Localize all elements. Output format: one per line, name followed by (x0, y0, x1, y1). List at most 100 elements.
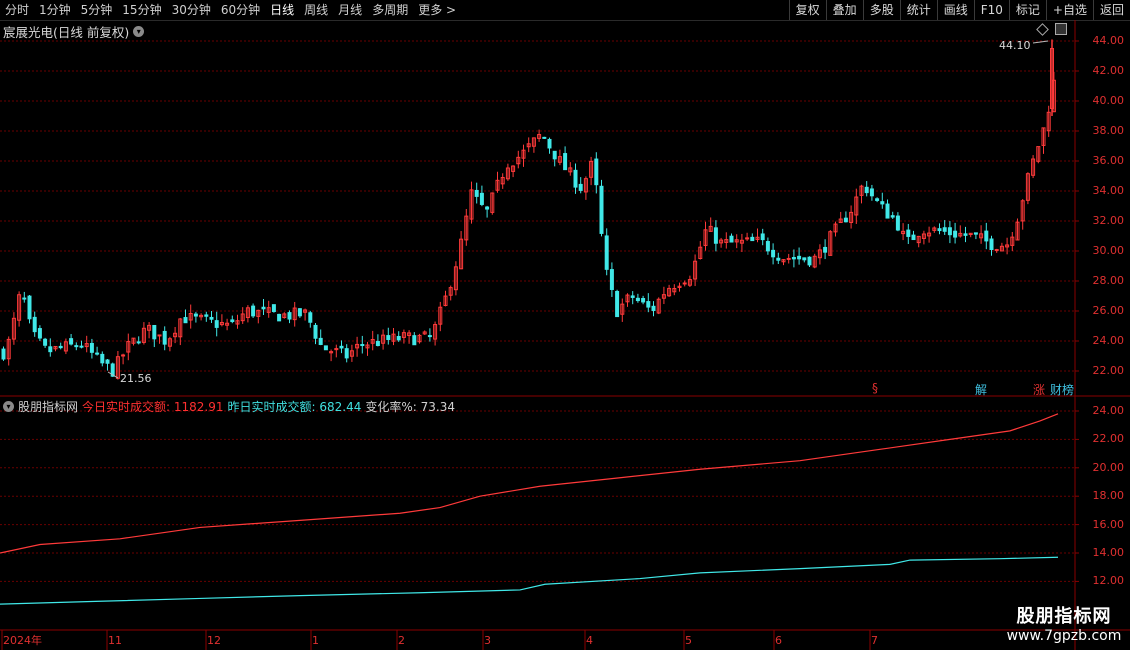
candle-body (812, 255, 817, 268)
indicator-axis-label: 12.00 (1092, 574, 1125, 588)
period-tab-7[interactable]: 周线 (299, 0, 333, 20)
function-button-6[interactable]: 标记 (1008, 0, 1046, 20)
candle-body (609, 269, 614, 290)
period-tab-2[interactable]: 5分钟 (76, 0, 118, 20)
candle-body (360, 344, 365, 347)
period-tab-3[interactable]: 15分钟 (117, 0, 166, 20)
candle-body (708, 225, 713, 232)
period-tab-0[interactable]: 分时 (0, 0, 34, 20)
candle-body (713, 227, 718, 244)
period-tab-6[interactable]: 日线 (265, 0, 299, 20)
candle-body (791, 257, 796, 260)
candle-body (183, 317, 188, 324)
candle-body (828, 231, 833, 256)
candle-body (698, 246, 703, 259)
candle-body (667, 287, 672, 297)
candle-body (771, 249, 776, 258)
candle-body (391, 333, 396, 342)
candle-body (563, 153, 568, 171)
candle-body (604, 235, 609, 270)
period-tab-4[interactable]: 30分钟 (167, 0, 216, 20)
candle-body (968, 232, 973, 236)
function-button-8[interactable]: 返回 (1092, 0, 1130, 20)
event-badge[interactable]: 解 (975, 381, 987, 398)
indicator-axis-label: 24.00 (1092, 404, 1125, 417)
candle-body (287, 312, 292, 320)
candle-body (438, 306, 443, 325)
event-badge[interactable]: § (872, 381, 878, 395)
period-tab-10[interactable]: 更多 > (413, 0, 461, 20)
candle-body (355, 343, 360, 349)
candle-body (448, 287, 453, 296)
function-button-2[interactable]: 多股 (862, 0, 900, 20)
low-pointer-line (107, 371, 119, 379)
candle-body (890, 215, 895, 218)
price-axis-label: 28.00 (1092, 274, 1125, 287)
period-tab-9[interactable]: 多周期 (367, 0, 413, 20)
function-button-5[interactable]: F10 (973, 0, 1009, 20)
indicator-name[interactable]: 股朋指标网 (18, 398, 78, 415)
function-buttons: 复权 叠加 多股 统计 画线 F10 标记 +自选 返回 (788, 0, 1130, 20)
candle-body (292, 307, 297, 321)
period-tab-1[interactable]: 1分钟 (34, 0, 76, 20)
function-button-4[interactable]: 画线 (936, 0, 974, 20)
candle-body (225, 322, 230, 326)
candle-body (370, 339, 375, 344)
candle-body (490, 192, 495, 213)
period-tab-8[interactable]: 月线 (333, 0, 367, 20)
candle-body (921, 233, 926, 239)
event-badge[interactable]: 涨 (1033, 381, 1045, 398)
candle-body (802, 257, 807, 261)
candle-body (240, 313, 245, 322)
candle-body (807, 256, 812, 266)
candle-body (141, 327, 146, 343)
function-button-3[interactable]: 统计 (899, 0, 937, 20)
candle-body (43, 338, 48, 346)
candle-body (407, 332, 412, 336)
candle-body (979, 233, 984, 239)
function-button-0[interactable]: 复权 (788, 0, 826, 20)
candle-body (115, 356, 120, 379)
candle-body (765, 241, 770, 252)
yesterday-turnover-label: 昨日实时成交额: 682.44 (227, 400, 362, 414)
indicator-axis-label: 16.00 (1092, 517, 1125, 531)
candle-body (282, 313, 287, 319)
candle-body (724, 239, 729, 243)
candle-body (27, 295, 32, 320)
candle-body (131, 337, 136, 344)
candle-body (521, 149, 526, 159)
candle-body (422, 331, 427, 335)
candle-body (687, 279, 692, 286)
candle-body (204, 314, 209, 317)
candle-body (625, 294, 630, 303)
diamond-icon[interactable] (1036, 22, 1049, 36)
function-button-7[interactable]: +自选 (1045, 0, 1093, 20)
candle-body (916, 235, 921, 244)
candle-body (1050, 48, 1054, 109)
candle-body (214, 320, 219, 328)
candle-body (303, 309, 308, 313)
title-dropdown-icon[interactable]: ▾ (133, 26, 145, 37)
watermark-logo: 股朋指标网 www.7gpzb.com (1004, 602, 1124, 644)
period-tab-5[interactable]: 60分钟 (216, 0, 265, 20)
candle-body (615, 290, 620, 318)
candle-body (999, 245, 1004, 252)
candle-body (245, 307, 250, 319)
indicator-dropdown-icon[interactable]: ▾ (3, 401, 14, 412)
candle-body (875, 198, 880, 201)
function-button-1[interactable]: 叠加 (825, 0, 863, 20)
candle-body (313, 324, 318, 339)
kline-chart[interactable] (0, 0, 1130, 650)
candle-body (843, 217, 848, 223)
date-axis-label: 11 (108, 634, 122, 647)
candle-body (745, 237, 750, 240)
candle-body (256, 309, 261, 317)
date-axis-label: 12 (207, 634, 221, 647)
candle-body (869, 188, 874, 197)
indicator-title-bar: ▾ 股朋指标网 今日实时成交额: 1182.91 昨日实时成交额: 682.44… (3, 398, 455, 415)
candle-body (79, 345, 84, 348)
candle-body (677, 285, 682, 288)
event-badge[interactable]: 财榜 (1050, 381, 1074, 398)
price-axis-label: 30.00 (1092, 244, 1125, 257)
panel-toggle-icon[interactable] (1055, 23, 1067, 35)
